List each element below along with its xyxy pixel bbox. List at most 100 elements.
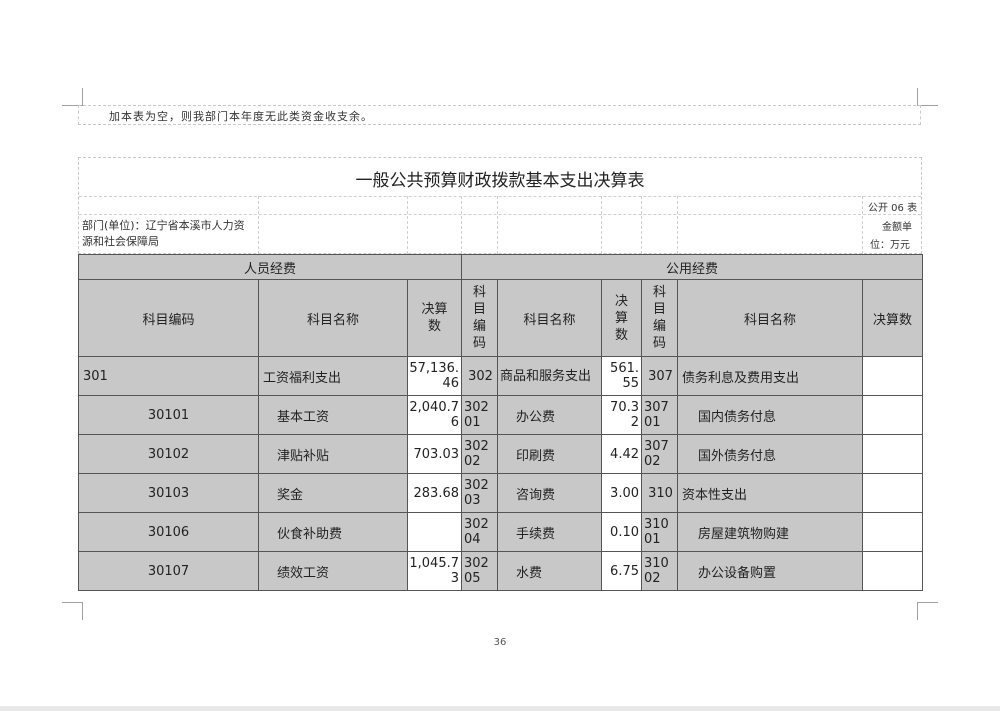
col-header-code: 科目编码 (78, 279, 259, 357)
goods-name: 办公费 (497, 395, 602, 435)
crop-mark (917, 602, 918, 620)
gridline (258, 196, 259, 254)
other-name: 房屋建筑物购建 (677, 512, 863, 552)
table-row: 30106 伙食补助费 30204 手续费 0.10 31001 房屋建筑物购建 (78, 512, 924, 552)
col-header-amount-vertical: 决算数 (601, 279, 642, 357)
gridline (79, 196, 921, 197)
goods-name: 商品和服务支出 (497, 356, 602, 396)
personnel-name: 绩效工资 (258, 551, 408, 591)
personnel-code: 30103 (78, 473, 259, 513)
other-code: 310 (641, 473, 678, 513)
other-name: 办公设备购置 (677, 551, 863, 591)
page-number: 36 (493, 637, 507, 648)
unit-label-line2: 位：万元 (870, 240, 910, 251)
personnel-amount: 703.03 (407, 434, 462, 474)
unit-label-line1: 金额单 (882, 222, 912, 233)
other-code: 307 (641, 356, 678, 396)
table-row: 30103 奖金 283.68 30203 咨询费 3.00 310 资本性支出 (78, 473, 924, 513)
goods-amount: 3.00 (601, 473, 642, 513)
col-header-code-vertical: 科目编码 (461, 279, 498, 357)
personnel-amount: 283.68 (407, 473, 462, 513)
personnel-amount: 1,045.73 (407, 551, 462, 591)
other-amount (861, 512, 924, 552)
column-header-row: 科目编码 科目名称 决算数 科目编码 科目名称 决算数 科目编码 科目名称 决算… (78, 279, 924, 357)
other-amount (861, 434, 924, 474)
other-amount (861, 395, 924, 435)
note-text: 加本表为空，则我部门本年度无此类资金收支余。 (109, 110, 373, 123)
col-header-name: 科目名称 (497, 279, 602, 357)
gridline (407, 196, 408, 254)
group-public: 公用经费 (460, 254, 924, 280)
col-header-name: 科目名称 (677, 279, 863, 357)
gridline (641, 196, 642, 254)
other-name: 国内债务付息 (677, 395, 863, 435)
col-header-amount: 决算数 (861, 279, 924, 357)
table-row: 30107 绩效工资 1,045.73 30205 水费 6.75 31002 … (78, 551, 924, 591)
other-code: 30702 (641, 434, 678, 474)
expenditure-table: 人员经费 公用经费 科目编码 科目名称 决算数 科目编码 科目名称 决算数 科目… (78, 254, 924, 591)
other-name: 国外债务付息 (677, 434, 863, 474)
goods-code: 30201 (461, 395, 498, 435)
goods-code: 30203 (461, 473, 498, 513)
other-name: 债务利息及费用支出 (677, 356, 863, 396)
page-title: 一般公共预算财政拨款基本支出决算表 (355, 171, 645, 191)
personnel-amount: 57,136.46 (407, 356, 462, 396)
goods-name: 手续费 (497, 512, 602, 552)
table-row: 301 工资福利支出 57,136.46 302 商品和服务支出 561.55 … (78, 356, 924, 396)
group-personnel: 人员经费 (78, 254, 462, 280)
personnel-amount (407, 512, 462, 552)
viewer-bottom-bar (0, 706, 1000, 711)
gridline (601, 196, 602, 254)
goods-code: 30205 (461, 551, 498, 591)
personnel-code: 30107 (78, 551, 259, 591)
table-number: 公开 06 表 (868, 203, 918, 214)
goods-code: 30202 (461, 434, 498, 474)
crop-mark (82, 88, 83, 106)
personnel-name: 工资福利支出 (258, 356, 408, 396)
crop-mark (62, 602, 82, 603)
group-header-row: 人员经费 公用经费 (78, 254, 924, 280)
table-row: 30102 津贴补贴 703.03 30202 印刷费 4.42 30702 国… (78, 434, 924, 474)
gridline (79, 214, 921, 215)
crop-mark (918, 105, 938, 106)
crop-mark (918, 602, 938, 603)
gridline (862, 196, 863, 254)
col-header-amount: 决算数 (407, 279, 462, 357)
personnel-name: 伙食补助费 (258, 512, 408, 552)
other-amount (861, 551, 924, 591)
personnel-code: 301 (78, 356, 259, 396)
personnel-code: 30106 (78, 512, 259, 552)
table-row: 30101 基本工资 2,040.76 30201 办公费 70.32 3070… (78, 395, 924, 435)
crop-mark (82, 602, 83, 620)
goods-name: 水费 (497, 551, 602, 591)
goods-amount: 6.75 (601, 551, 642, 591)
goods-name: 印刷费 (497, 434, 602, 474)
goods-amount: 561.55 (601, 356, 642, 396)
personnel-name: 津贴补贴 (258, 434, 408, 474)
department-label: 部门(单位)：辽宁省本溪市人力资源和社会保障局 (82, 219, 245, 248)
col-header-code-vertical: 科目编码 (641, 279, 678, 357)
goods-code: 30204 (461, 512, 498, 552)
other-code: 31002 (641, 551, 678, 591)
goods-amount: 4.42 (601, 434, 642, 474)
other-amount (861, 356, 924, 396)
empty-table-note: 加本表为空，则我部门本年度无此类资金收支余。 (78, 105, 921, 125)
gridline (461, 196, 462, 254)
other-amount (861, 473, 924, 513)
gridline (677, 196, 678, 254)
personnel-code: 30101 (78, 395, 259, 435)
other-name: 资本性支出 (677, 473, 863, 513)
crop-mark (917, 88, 918, 106)
col-header-name: 科目名称 (258, 279, 408, 357)
gridline (497, 196, 498, 254)
other-code: 30701 (641, 395, 678, 435)
goods-amount: 0.10 (601, 512, 642, 552)
personnel-name: 奖金 (258, 473, 408, 513)
personnel-code: 30102 (78, 434, 259, 474)
personnel-amount: 2,040.76 (407, 395, 462, 435)
goods-code: 302 (461, 356, 498, 396)
other-code: 31001 (641, 512, 678, 552)
goods-amount: 70.32 (601, 395, 642, 435)
personnel-name: 基本工资 (258, 395, 408, 435)
goods-name: 咨询费 (497, 473, 602, 513)
